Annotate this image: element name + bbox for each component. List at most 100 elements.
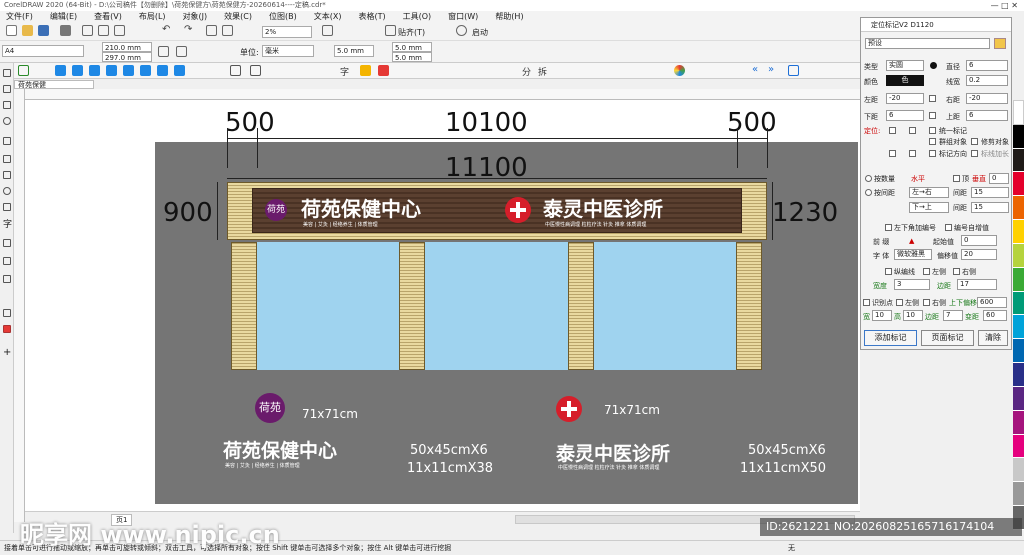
corner-number-checkbox[interactable]	[885, 224, 892, 231]
plugin-1-icon[interactable]	[55, 65, 66, 76]
crop-tool-icon[interactable]	[3, 101, 11, 109]
palette-icon[interactable]	[674, 65, 685, 76]
left-distance-field[interactable]: -20	[886, 93, 924, 104]
text-tool-icon[interactable]: 字	[3, 221, 12, 230]
menu-tools[interactable]: 工具(O)	[403, 11, 432, 23]
font-select[interactable]: 微软雅黑	[894, 249, 932, 260]
pos-check-2[interactable]	[909, 127, 916, 134]
polygon-tool-icon[interactable]	[3, 203, 11, 211]
zoom-level-field[interactable]: 2%	[262, 26, 312, 38]
plugin-6-icon[interactable]	[140, 65, 151, 76]
menu-text[interactable]: 文本(X)	[314, 11, 342, 23]
zoom-tool-icon[interactable]	[3, 117, 11, 125]
unit-select[interactable]: 毫米	[262, 45, 314, 57]
top-distance-field[interactable]: 6	[966, 110, 1008, 121]
plugin-2-icon[interactable]	[72, 65, 83, 76]
transparency-tool-icon[interactable]	[3, 275, 11, 283]
monitor-icon[interactable]	[788, 65, 799, 76]
line-width-field[interactable]: 0.2	[966, 75, 1008, 86]
pin-icon[interactable]	[994, 38, 1006, 49]
align-icon[interactable]	[230, 65, 241, 76]
ellipse-tool-icon[interactable]	[3, 187, 11, 195]
offset-field[interactable]: 20	[961, 249, 997, 260]
fill-tool-icon[interactable]	[3, 325, 11, 333]
undo-icon[interactable]: ↶	[162, 25, 173, 36]
cut-icon[interactable]	[82, 25, 93, 36]
extend-checkbox[interactable]	[971, 150, 978, 157]
width2-field[interactable]: 3	[894, 279, 930, 290]
plugin-4-icon[interactable]	[106, 65, 117, 76]
crop-icon[interactable]	[250, 65, 261, 76]
break-icon[interactable]: 拆	[538, 65, 549, 78]
bottom-distance-field[interactable]: 6	[886, 110, 924, 121]
group-checkbox[interactable]	[929, 138, 936, 145]
rectangle-tool-icon[interactable]	[3, 171, 11, 179]
left3-checkbox[interactable]	[896, 299, 903, 306]
preset-select[interactable]: 预设	[865, 38, 990, 49]
duplicate-x-field[interactable]: 5.0 mm	[392, 42, 432, 52]
margin-field[interactable]: 17	[957, 279, 997, 290]
order-select[interactable]: 左→右	[909, 187, 949, 198]
print-icon[interactable]	[60, 25, 71, 36]
menu-help[interactable]: 帮助(H)	[495, 11, 523, 23]
plugin-8-icon[interactable]	[174, 65, 185, 76]
redo-icon[interactable]: ↷	[184, 25, 195, 36]
side-line-checkbox[interactable]	[885, 268, 892, 275]
menu-edit[interactable]: 编辑(E)	[50, 11, 77, 23]
text-tool-icon[interactable]: 字	[340, 65, 351, 78]
window-controls[interactable]: — □ ✕	[950, 0, 1024, 11]
menu-layout[interactable]: 布局(L)	[139, 11, 166, 23]
landscape-icon[interactable]	[176, 46, 187, 57]
color-palette[interactable]	[1013, 100, 1024, 530]
copy-icon[interactable]	[98, 25, 109, 36]
menu-table[interactable]: 表格(T)	[358, 11, 385, 23]
split-icon[interactable]: 分	[522, 65, 533, 78]
snap-to-label[interactable]: 贴齐(T)	[398, 27, 425, 38]
right3-checkbox[interactable]	[923, 299, 930, 306]
pick-tool-icon[interactable]	[3, 69, 11, 77]
vertical-field[interactable]: 0	[989, 173, 1009, 184]
page-width-field[interactable]: 210.0 mm	[102, 42, 152, 52]
duplicate-y-field[interactable]: 5.0 mm	[392, 52, 432, 62]
document-tab[interactable]: 荷苑保健方-2026061...*	[14, 80, 94, 97]
freehand-tool-icon[interactable]	[3, 137, 11, 145]
shape-tool-icon[interactable]	[3, 85, 11, 93]
top-checkbox[interactable]	[953, 175, 960, 182]
auto-number-checkbox[interactable]	[945, 224, 952, 231]
pos-check-1[interactable]	[889, 127, 896, 134]
menu-window[interactable]: 窗口(W)	[448, 11, 478, 23]
import-icon[interactable]	[206, 25, 217, 36]
portrait-icon[interactable]	[158, 46, 169, 57]
link-checkbox-2[interactable]	[929, 112, 936, 119]
plugin-7-icon[interactable]	[157, 65, 168, 76]
gap1-field[interactable]: 15	[971, 187, 1009, 198]
prev-icon[interactable]: «	[752, 65, 763, 76]
pick-tool-icon[interactable]	[18, 65, 29, 76]
menu-file[interactable]: 文件(F)	[6, 11, 33, 23]
left-side-checkbox[interactable]	[923, 268, 930, 275]
color-icon[interactable]	[360, 65, 371, 76]
pen-tool-icon[interactable]	[3, 155, 11, 163]
h-field[interactable]: 10	[903, 310, 923, 321]
menu-effects[interactable]: 效果(C)	[224, 11, 252, 23]
menu-object[interactable]: 对象(J)	[183, 11, 208, 23]
open-icon[interactable]	[22, 25, 33, 36]
export-icon[interactable]	[222, 25, 233, 36]
unify-checkbox[interactable]	[929, 127, 936, 134]
type-select[interactable]: 实圆	[886, 60, 924, 71]
m-field[interactable]: 7	[943, 310, 963, 321]
eyedropper-tool-icon[interactable]	[3, 309, 11, 317]
fill-icon[interactable]	[378, 65, 389, 76]
menu-view[interactable]: 查看(V)	[94, 11, 122, 23]
add-mark-button[interactable]: 添加标记	[864, 330, 917, 346]
launch-label[interactable]: 启动	[472, 27, 488, 38]
menu-bitmaps[interactable]: 位图(B)	[269, 11, 297, 23]
snap-icon[interactable]	[385, 25, 396, 36]
gap2-field[interactable]: 15	[971, 202, 1009, 213]
line-tool-icon[interactable]	[3, 239, 11, 247]
paste-icon[interactable]	[114, 25, 125, 36]
page-height-field[interactable]: 297.0 mm	[102, 52, 152, 62]
page-mark-button[interactable]: 页面标记	[921, 330, 974, 346]
ud-offset-field[interactable]: 600	[977, 297, 1007, 308]
right-side-checkbox[interactable]	[953, 268, 960, 275]
